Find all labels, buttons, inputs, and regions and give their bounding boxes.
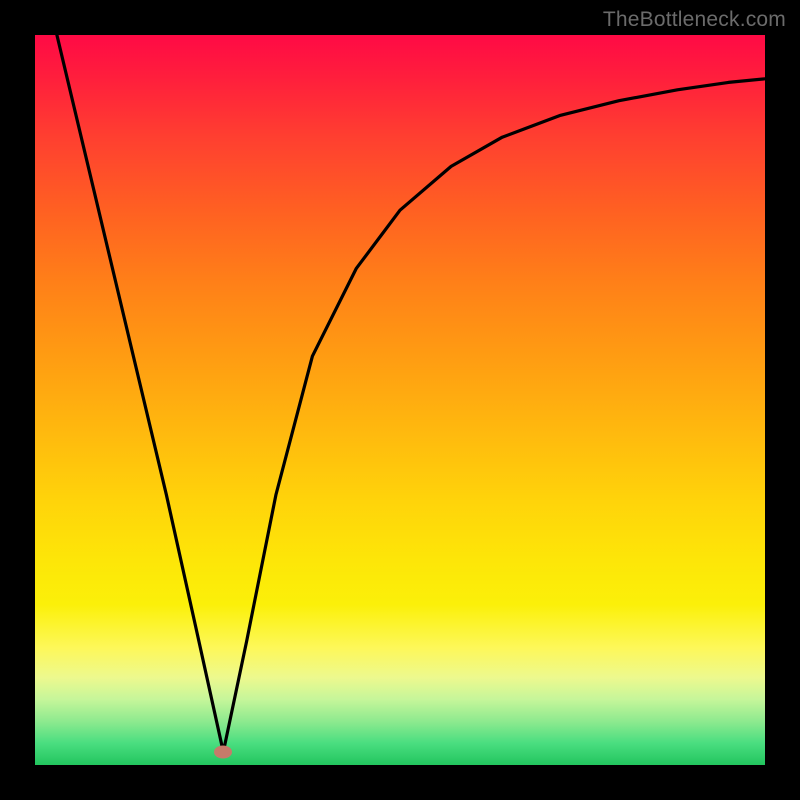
curve-path xyxy=(57,35,765,752)
watermark-text: TheBottleneck.com xyxy=(603,8,786,32)
chart-frame: TheBottleneck.com xyxy=(0,0,800,800)
bottleneck-curve xyxy=(35,35,765,765)
plot-area xyxy=(35,35,765,765)
optimum-marker xyxy=(214,745,232,758)
